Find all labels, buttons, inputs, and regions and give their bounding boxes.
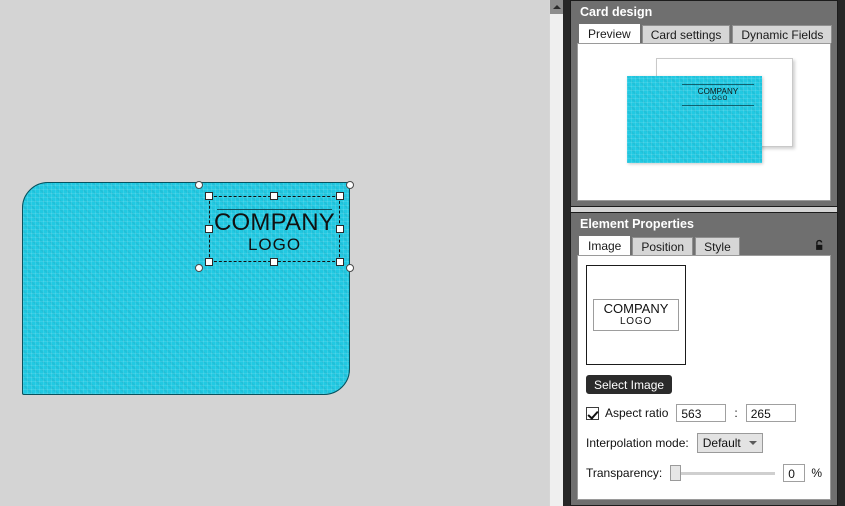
resize-handle-top-left[interactable]: [205, 192, 213, 200]
thumbnail-logo-title: COMPANY: [603, 301, 669, 316]
tab-image[interactable]: Image: [579, 236, 631, 255]
card-preview-front-face: COMPANY LOGO: [627, 76, 762, 163]
resize-handle-bottom-right[interactable]: [336, 258, 344, 266]
card-design-body: COMPANY LOGO: [577, 43, 831, 201]
resize-handle-middle-left[interactable]: [205, 225, 213, 233]
scrollbar-track[interactable]: [550, 14, 564, 506]
transparency-slider-track[interactable]: [676, 472, 776, 475]
resize-handle-middle-right[interactable]: [336, 225, 344, 233]
aspect-ratio-checkbox[interactable]: [586, 406, 599, 420]
preview-logo-divider-top: [682, 84, 754, 85]
selection-handle-corner-bottom-left[interactable]: [195, 264, 203, 272]
selection-handle-corner-top-right[interactable]: [346, 181, 354, 189]
card-preview-logo: COMPANY LOGO: [682, 84, 754, 106]
aspect-ratio-separator: :: [734, 406, 738, 420]
resize-handle-bottom-left[interactable]: [205, 258, 213, 266]
selection-handle-corner-top-left[interactable]: [195, 181, 203, 189]
aspect-ratio-width-input[interactable]: 563: [676, 404, 727, 422]
image-thumbnail-content: COMPANY LOGO: [593, 299, 679, 331]
canvas-vertical-scrollbar[interactable]: [549, 0, 564, 506]
aspect-ratio-height-input[interactable]: 265: [745, 404, 796, 422]
card-design-tabstrip: Preview Card settings Dynamic Fields: [571, 24, 837, 43]
interpolation-mode-label: Interpolation mode:: [586, 436, 689, 450]
select-image-button[interactable]: Select Image: [586, 375, 673, 394]
resize-handle-top-right[interactable]: [336, 192, 344, 200]
interpolation-mode-value: Default: [702, 436, 741, 450]
selection-outline: [209, 196, 340, 262]
aspect-ratio-label: Aspect ratio: [605, 406, 669, 420]
card-preview-stage[interactable]: COMPANY LOGO: [578, 44, 830, 200]
interpolation-mode-row: Interpolation mode: Default: [586, 433, 822, 453]
tab-style[interactable]: Style: [695, 237, 740, 255]
element-properties-panel: Element Properties Image Position Style …: [570, 212, 838, 506]
resize-handle-bottom-center[interactable]: [270, 258, 278, 266]
preview-logo-title: COMPANY: [697, 87, 739, 96]
unlocked-padlock-icon[interactable]: [812, 238, 827, 253]
design-canvas[interactable]: COMPANY LOGO: [0, 0, 549, 506]
transparency-slider-thumb[interactable]: [670, 465, 682, 481]
scrollbar-up-button[interactable]: [550, 0, 564, 14]
panel-divider-right: [837, 0, 845, 506]
transparency-row: Transparency: 0 %: [586, 463, 822, 483]
transparency-value-input[interactable]: 0: [783, 464, 806, 482]
triangle-up-icon: [553, 5, 561, 9]
element-properties-title: Element Properties: [571, 213, 837, 236]
transparency-unit-label: %: [811, 466, 822, 480]
thumbnail-logo-subtitle: LOGO: [619, 316, 653, 327]
app-root: COMPANY LOGO Card design Preview Card se…: [0, 0, 845, 506]
chevron-down-icon: [748, 441, 757, 445]
image-thumbnail[interactable]: COMPANY LOGO: [586, 265, 686, 365]
transparency-label: Transparency:: [586, 466, 663, 480]
tab-dynamic-fields[interactable]: Dynamic Fields: [732, 25, 833, 43]
preview-logo-subtitle: LOGO: [708, 96, 728, 102]
aspect-ratio-row: Aspect ratio 563 : 265: [586, 403, 822, 423]
tab-card-settings[interactable]: Card settings: [641, 25, 731, 43]
resize-handle-top-center[interactable]: [270, 192, 278, 200]
card-design-title: Card design: [571, 1, 837, 24]
element-properties-tabstrip: Image Position Style: [571, 236, 837, 255]
element-properties-body: COMPANY LOGO Select Image Aspect ratio 5…: [577, 255, 831, 500]
transparency-slider[interactable]: [670, 464, 776, 482]
card-design-panel: Card design Preview Card settings Dynami…: [570, 0, 838, 207]
interpolation-mode-select[interactable]: Default: [696, 433, 763, 453]
preview-logo-divider-bottom: [682, 105, 754, 106]
tab-position[interactable]: Position: [632, 237, 694, 255]
selection-handle-corner-bottom-right[interactable]: [346, 264, 354, 272]
tab-preview[interactable]: Preview: [579, 24, 640, 43]
